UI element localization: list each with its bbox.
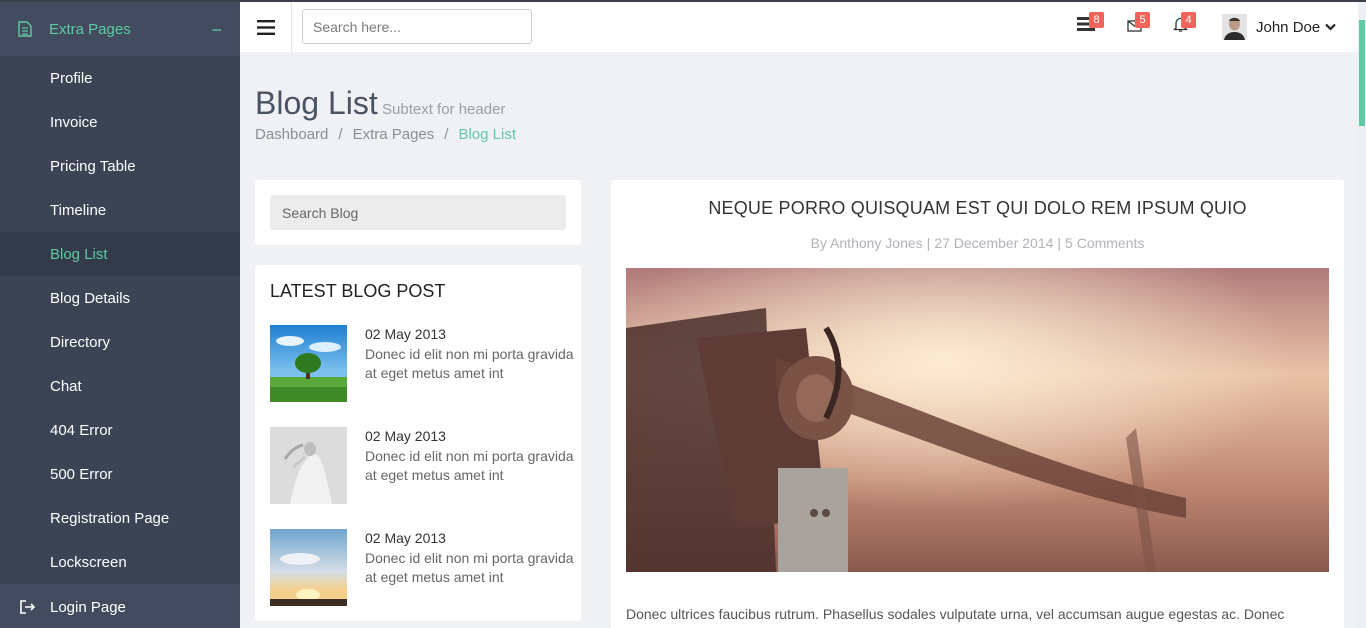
breadcrumb-dashboard[interactable]: Dashboard [255, 126, 328, 143]
sidebar-section-extra-pages[interactable]: Extra Pages − [0, 2, 240, 56]
sign-in-icon [20, 600, 36, 614]
article-author[interactable]: By Anthony Jones [811, 235, 923, 251]
blog-search-card [255, 180, 581, 245]
scrollbar-thumb[interactable] [1359, 20, 1365, 126]
sidebar-item-chat[interactable]: Chat [0, 364, 240, 408]
sidebar-item-blog-list[interactable]: Blog List [0, 232, 240, 276]
post-thumbnail-sunset[interactable] [270, 529, 347, 606]
list-item[interactable]: 02 May 2013 Donec id elit non mi porta g… [270, 325, 574, 403]
top-header: 8 5 4 John Doe [240, 2, 1358, 52]
hamburger-icon [256, 19, 275, 35]
login-page-label: Login Page [50, 598, 126, 616]
sidebar-item-lockscreen[interactable]: Lockscreen [0, 540, 240, 584]
sidebar-item-registration-page[interactable]: Registration Page [0, 496, 240, 540]
latest-posts-card: LATEST BLOG POST 02 May 2013 Donec id el… [255, 265, 581, 621]
list-item[interactable]: 02 May 2013 Donec id elit non mi porta g… [270, 427, 574, 505]
breadcrumb: Dashboard / Extra Pages / Blog List [255, 126, 516, 143]
tasks-button[interactable]: 8 [1077, 12, 1104, 37]
article-date: 27 December 2014 [934, 235, 1054, 251]
tasks-badge: 8 [1089, 12, 1104, 28]
sidebar-item-profile[interactable]: Profile [0, 56, 240, 100]
user-name: John Doe [1256, 18, 1321, 36]
post-thumbnail-tree[interactable] [270, 325, 347, 402]
sidebar-section-label: Extra Pages [49, 20, 131, 38]
header-search-input[interactable] [302, 9, 532, 44]
breadcrumb-separator: / [444, 126, 449, 143]
collapse-minus-icon[interactable]: − [211, 20, 222, 41]
sidebar-item-invoice[interactable]: Invoice [0, 100, 240, 144]
article-card: NEQUE PORRO QUISQUAM EST QUI DOLO REM IP… [611, 180, 1344, 628]
post-thumbnail-woman[interactable] [270, 427, 347, 504]
article-image-fence-post [626, 268, 1329, 572]
chevron-down-icon [1325, 23, 1336, 31]
document-icon [18, 21, 32, 37]
notifications-button[interactable]: 4 [1172, 12, 1196, 38]
user-menu[interactable]: John Doe [1222, 14, 1336, 40]
page-title: Blog List [255, 85, 378, 121]
page-subtitle: Subtext for header [382, 101, 506, 118]
sidebar-item-login-page[interactable]: Login Page [0, 584, 240, 628]
post-excerpt[interactable]: Donec id elit non mi porta gravida at eg… [365, 447, 575, 485]
breadcrumb-current: Blog List [458, 126, 516, 143]
list-item[interactable]: 02 May 2013 Donec id elit non mi porta g… [270, 529, 574, 607]
post-excerpt[interactable]: Donec id elit non mi porta gravida at eg… [365, 345, 575, 383]
messages-badge: 5 [1135, 12, 1150, 28]
sidebar-item-404-error[interactable]: 404 Error [0, 408, 240, 452]
sidebar-menu: Profile Invoice Pricing Table Timeline B… [0, 56, 240, 584]
blog-search-input[interactable] [270, 195, 566, 230]
breadcrumb-separator: / [338, 126, 343, 143]
menu-toggle-button[interactable] [240, 2, 292, 52]
avatar [1222, 14, 1247, 40]
notifications-badge: 4 [1181, 12, 1196, 28]
post-date: 02 May 2013 [365, 530, 446, 546]
article-comments-link[interactable]: 5 Comments [1065, 235, 1144, 251]
sidebar: Extra Pages − Profile Invoice Pricing Ta… [0, 2, 240, 628]
sidebar-item-timeline[interactable]: Timeline [0, 188, 240, 232]
latest-posts-title: LATEST BLOG POST [270, 281, 446, 301]
article-title[interactable]: NEQUE PORRO QUISQUAM EST QUI DOLO REM IP… [611, 198, 1344, 219]
breadcrumb-extra-pages[interactable]: Extra Pages [353, 126, 435, 143]
sidebar-item-blog-details[interactable]: Blog Details [0, 276, 240, 320]
sidebar-item-500-error[interactable]: 500 Error [0, 452, 240, 496]
article-meta: By Anthony Jones | 27 December 2014 | 5 Comm… [810, 235, 1145, 251]
sidebar-item-directory[interactable]: Directory [0, 320, 240, 364]
article-body: Donec ultrices faucibus rutrum. Phasellu… [626, 606, 1285, 622]
messages-button[interactable]: 5 [1127, 12, 1150, 37]
post-date: 02 May 2013 [365, 428, 446, 444]
post-excerpt[interactable]: Donec id elit non mi porta gravida at eg… [365, 549, 575, 587]
sidebar-item-pricing-table[interactable]: Pricing Table [0, 144, 240, 188]
post-date: 02 May 2013 [365, 326, 446, 342]
